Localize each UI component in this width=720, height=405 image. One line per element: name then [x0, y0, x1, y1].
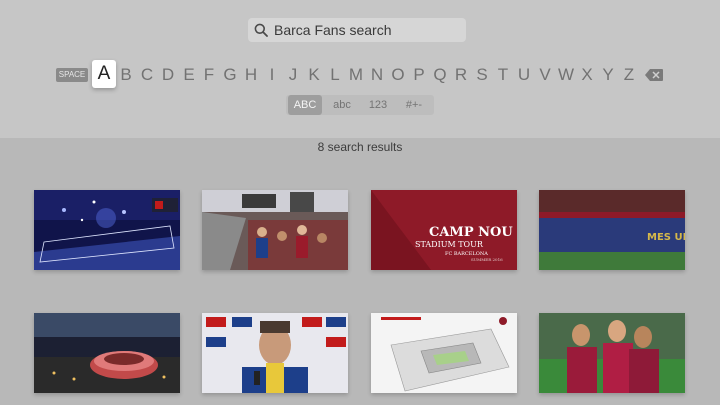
key-y[interactable]: Y: [600, 62, 616, 88]
mode-uppercase[interactable]: ABC: [288, 95, 322, 115]
key-h[interactable]: H: [243, 62, 259, 88]
key-d[interactable]: D: [160, 62, 176, 88]
space-key[interactable]: SPACE: [56, 68, 88, 82]
key-r[interactable]: R: [453, 62, 469, 88]
key-e[interactable]: E: [181, 62, 197, 88]
key-s[interactable]: S: [474, 62, 490, 88]
search-icon: [254, 23, 268, 37]
thumb4-banner: MES UN: [647, 232, 685, 243]
key-t[interactable]: T: [495, 62, 511, 88]
thumbnail-image: CAMP NOU STADIUM TOUR FC BARCELONA SUMME…: [371, 190, 517, 270]
mode-lowercase[interactable]: abc: [326, 95, 358, 115]
thumbnail-image: MES UN: [539, 190, 685, 270]
result-thumbnail-3[interactable]: CAMP NOU STADIUM TOUR FC BARCELONA SUMME…: [371, 190, 517, 270]
delete-key[interactable]: [644, 62, 664, 88]
key-u[interactable]: U: [516, 62, 532, 88]
keyboard-mode-switcher: ABC abc 123 #+-: [286, 95, 434, 115]
key-b[interactable]: B: [118, 62, 134, 88]
key-v[interactable]: V: [537, 62, 553, 88]
key-p[interactable]: P: [411, 62, 427, 88]
key-q[interactable]: Q: [432, 62, 448, 88]
keyboard-row: SPACE A B C D E F G H I J K L M N O P Q …: [56, 60, 666, 88]
key-n[interactable]: N: [369, 62, 385, 88]
result-thumbnail-7[interactable]: [371, 313, 517, 393]
search-query-text: Barca Fans search: [274, 22, 392, 38]
thumbnail-image: [202, 190, 348, 270]
result-thumbnail-8[interactable]: [539, 313, 685, 393]
thumbnail-image: [371, 313, 517, 393]
key-l[interactable]: L: [327, 62, 343, 88]
key-w[interactable]: W: [558, 62, 574, 88]
key-g[interactable]: G: [222, 62, 238, 88]
result-thumbnail-6[interactable]: [202, 313, 348, 393]
key-z[interactable]: Z: [621, 62, 637, 88]
mode-numbers[interactable]: 123: [362, 95, 394, 115]
result-thumbnail-4[interactable]: MES UN: [539, 190, 685, 270]
key-c[interactable]: C: [139, 62, 155, 88]
thumb3-season: SUMMER 2016: [471, 257, 503, 262]
result-thumbnail-1[interactable]: [34, 190, 180, 270]
thumb3-subtitle: STADIUM TOUR: [415, 240, 484, 249]
key-a[interactable]: A: [92, 60, 116, 88]
key-i[interactable]: I: [264, 62, 280, 88]
result-thumbnail-5[interactable]: [34, 313, 180, 393]
thumbnail-image: [34, 190, 180, 270]
key-m[interactable]: M: [348, 62, 364, 88]
thumbnail-image: [202, 313, 348, 393]
key-k[interactable]: K: [306, 62, 322, 88]
search-input[interactable]: Barca Fans search: [248, 18, 466, 42]
key-x[interactable]: X: [579, 62, 595, 88]
thumbnail-image: [34, 313, 180, 393]
thumbnail-image: [539, 313, 685, 393]
thumb3-title: CAMP NOU: [429, 225, 513, 240]
key-j[interactable]: J: [285, 62, 301, 88]
mode-symbols[interactable]: #+-: [398, 95, 430, 115]
key-o[interactable]: O: [390, 62, 406, 88]
results-count: 8 search results: [317, 140, 403, 154]
backspace-icon: [645, 69, 663, 81]
result-thumbnail-2[interactable]: [202, 190, 348, 270]
key-f[interactable]: F: [201, 62, 217, 88]
search-panel: Barca Fans search SPACE A B C D E F G H …: [0, 0, 720, 138]
